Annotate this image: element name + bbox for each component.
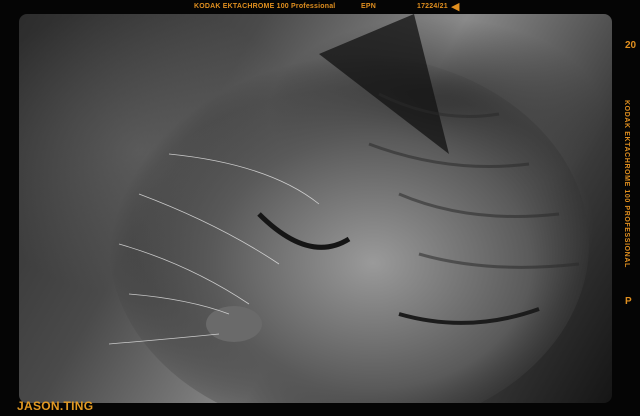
film-side-mark-top: 20 — [625, 40, 637, 51]
film-side-brand: KODAK EKTACHROME 100 PROFESSIONAL — [623, 100, 630, 268]
frame-arrow-icon: ◀ — [451, 1, 460, 13]
photographer-signature: JASON.TING — [17, 399, 94, 413]
cat-photo — [19, 14, 612, 403]
cat-photo-art — [108, 14, 589, 403]
film-side-mark-bottom: P — [625, 296, 632, 307]
film-frame-code: 17224/21 — [417, 3, 448, 10]
film-side-strip: 20 KODAK EKTACHROME 100 PROFESSIONAL P — [619, 40, 637, 360]
film-brand-label: KODAK EKTACHROME 100 Professional — [194, 3, 336, 10]
cat-head-shape — [109, 54, 589, 403]
film-frame: KODAK EKTACHROME 100 Professional EPN 17… — [0, 0, 640, 416]
cat-nose — [206, 306, 262, 342]
film-epn-label: EPN — [361, 3, 376, 10]
